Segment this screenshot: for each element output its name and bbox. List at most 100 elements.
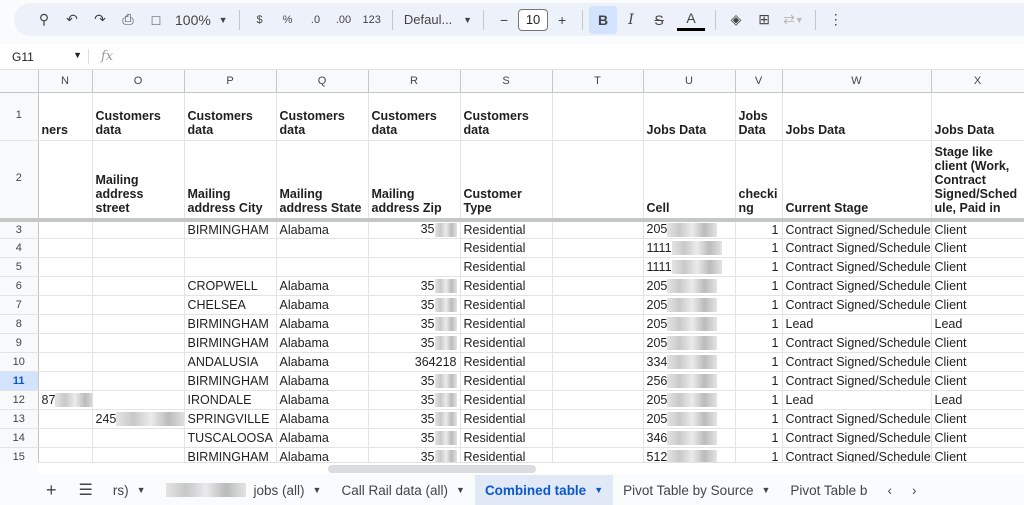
cell-n[interactable] bbox=[38, 352, 93, 372]
cell-r[interactable]: 35 bbox=[368, 428, 461, 448]
cell-u[interactable]: 1111 bbox=[643, 257, 736, 277]
header-cell[interactable]: Customers data bbox=[460, 92, 553, 141]
row-header[interactable]: 4 bbox=[0, 238, 39, 258]
cell-u[interactable]: 205 bbox=[643, 219, 736, 239]
cell-v[interactable]: 1 bbox=[735, 409, 783, 429]
header-cell[interactable]: Current Stage bbox=[782, 140, 932, 222]
cell-w[interactable]: Contract Signed/Schedule bbox=[782, 238, 932, 258]
column-header-V[interactable]: V bbox=[735, 70, 783, 93]
cell-x[interactable]: Client bbox=[931, 257, 1024, 277]
cell-s[interactable]: Residential bbox=[460, 257, 553, 277]
row-header[interactable]: 8 bbox=[0, 314, 39, 334]
chevron-down-icon[interactable]: ▼ bbox=[313, 485, 322, 495]
header-cell[interactable]: Customers data bbox=[92, 92, 185, 141]
header-cell[interactable]: ners bbox=[38, 92, 93, 141]
row-header[interactable]: 11 bbox=[0, 371, 39, 391]
cell-p[interactable]: ANDALUSIA bbox=[184, 352, 277, 372]
cell-v[interactable]: 1 bbox=[735, 257, 783, 277]
cell-o[interactable] bbox=[92, 428, 185, 448]
header-cell[interactable]: Jobs Data bbox=[735, 92, 783, 141]
cell-s[interactable]: Residential bbox=[460, 447, 553, 462]
paint-format-icon[interactable]: □ bbox=[142, 6, 170, 34]
column-header-T[interactable]: T bbox=[552, 70, 644, 93]
borders-icon[interactable]: ⊞ bbox=[750, 6, 778, 34]
cell-u[interactable]: 256 bbox=[643, 371, 736, 391]
cell-w[interactable]: Contract Signed/Schedule bbox=[782, 219, 932, 239]
cell-u[interactable]: 512 bbox=[643, 447, 736, 462]
cell-p[interactable]: BIRMINGHAM bbox=[184, 314, 277, 334]
cell-n[interactable] bbox=[38, 238, 93, 258]
sheet-tab[interactable]: Pivot Table b bbox=[780, 475, 877, 505]
column-header-U[interactable]: U bbox=[643, 70, 736, 93]
cell-t[interactable] bbox=[552, 295, 644, 315]
font-size-input[interactable]: 10 bbox=[518, 8, 549, 31]
cell-t[interactable] bbox=[552, 447, 644, 462]
cell-x[interactable]: Client bbox=[931, 333, 1024, 353]
row-header[interactable]: 3 bbox=[0, 219, 39, 239]
text-color-button[interactable]: A bbox=[677, 9, 706, 31]
print-icon[interactable]: ⎙ bbox=[114, 6, 142, 34]
header-cell[interactable]: Jobs Data bbox=[931, 92, 1024, 141]
cell-q[interactable]: Alabama bbox=[276, 295, 369, 315]
cell-q[interactable]: Alabama bbox=[276, 390, 369, 410]
cell-o[interactable] bbox=[92, 276, 185, 296]
cell-u[interactable]: 205 bbox=[643, 390, 736, 410]
cell-n[interactable] bbox=[38, 333, 93, 353]
header-cell[interactable]: Mailing address Zip bbox=[368, 140, 461, 222]
cell-q[interactable]: Alabama bbox=[276, 219, 369, 239]
spreadsheet-grid[interactable]: N O P Q R S T U V W X 1 ners Customers data Customers … bbox=[0, 70, 1024, 462]
cell-o[interactable] bbox=[92, 371, 185, 391]
more-formats-button[interactable]: 123 bbox=[358, 6, 386, 34]
all-sheets-icon[interactable]: ☰ bbox=[69, 475, 103, 505]
cell-t[interactable] bbox=[552, 352, 644, 372]
cell-o[interactable] bbox=[92, 257, 185, 277]
header-cell[interactable]: checki ng bbox=[735, 140, 783, 222]
scroll-tabs-left-icon[interactable]: ‹ bbox=[877, 475, 902, 505]
sheet-tab[interactable]: Pivot Table by Source ▼ bbox=[613, 475, 780, 505]
cell-x[interactable]: Client bbox=[931, 428, 1024, 448]
header-cell[interactable]: Stage like client (Work, Contract Signed… bbox=[931, 140, 1024, 222]
header-cell[interactable] bbox=[38, 140, 93, 222]
header-cell[interactable] bbox=[552, 140, 644, 222]
cell-r[interactable]: 35 bbox=[368, 276, 461, 296]
sheet-tab[interactable]: Combined table ▼ bbox=[474, 475, 614, 505]
select-all-corner[interactable] bbox=[0, 70, 39, 93]
name-box[interactable]: G11 ▼ bbox=[0, 50, 88, 64]
row-header[interactable]: 10 bbox=[0, 352, 39, 372]
cell-t[interactable] bbox=[552, 390, 644, 410]
cell-u[interactable]: 346 bbox=[643, 428, 736, 448]
cell-p[interactable]: BIRMINGHAM bbox=[184, 447, 277, 462]
cell-v[interactable]: 1 bbox=[735, 371, 783, 391]
cell-v[interactable]: 1 bbox=[735, 295, 783, 315]
cell-u[interactable]: 1111 bbox=[643, 238, 736, 258]
header-cell[interactable]: Customers data bbox=[276, 92, 369, 141]
cell-w[interactable]: Contract Signed/Schedule bbox=[782, 295, 932, 315]
column-header-R[interactable]: R bbox=[368, 70, 461, 93]
merge-cells-icon[interactable]: ⇄ ▼ bbox=[778, 6, 809, 34]
row-header[interactable]: 9 bbox=[0, 333, 39, 353]
cell-n[interactable] bbox=[38, 371, 93, 391]
scrollbar-thumb[interactable] bbox=[328, 465, 536, 473]
cell-q[interactable] bbox=[276, 257, 369, 277]
cell-x[interactable]: Lead bbox=[931, 390, 1024, 410]
sheet-tab[interactable]: Call Rail data (all) ▼ bbox=[331, 475, 474, 505]
cell-o[interactable] bbox=[92, 238, 185, 258]
column-header-P[interactable]: P bbox=[184, 70, 277, 93]
cell-v[interactable]: 1 bbox=[735, 276, 783, 296]
cell-q[interactable]: Alabama bbox=[276, 333, 369, 353]
column-header-X[interactable]: X bbox=[931, 70, 1024, 93]
cell-s[interactable]: Residential bbox=[460, 352, 553, 372]
cell-s[interactable]: Residential bbox=[460, 295, 553, 315]
cell-r[interactable]: 364218 bbox=[368, 352, 461, 372]
increase-font-size-button[interactable]: + bbox=[548, 6, 576, 34]
header-cell[interactable] bbox=[552, 92, 644, 141]
cell-r[interactable]: 35 bbox=[368, 409, 461, 429]
cell-s[interactable]: Residential bbox=[460, 219, 553, 239]
header-cell[interactable]: Customers data bbox=[184, 92, 277, 141]
cell-x[interactable]: Client bbox=[931, 352, 1024, 372]
row-header[interactable]: 14 bbox=[0, 428, 39, 448]
decrease-font-size-button[interactable]: − bbox=[490, 6, 518, 34]
cell-r[interactable]: 35 bbox=[368, 390, 461, 410]
cell-t[interactable] bbox=[552, 409, 644, 429]
column-header-Q[interactable]: Q bbox=[276, 70, 369, 93]
